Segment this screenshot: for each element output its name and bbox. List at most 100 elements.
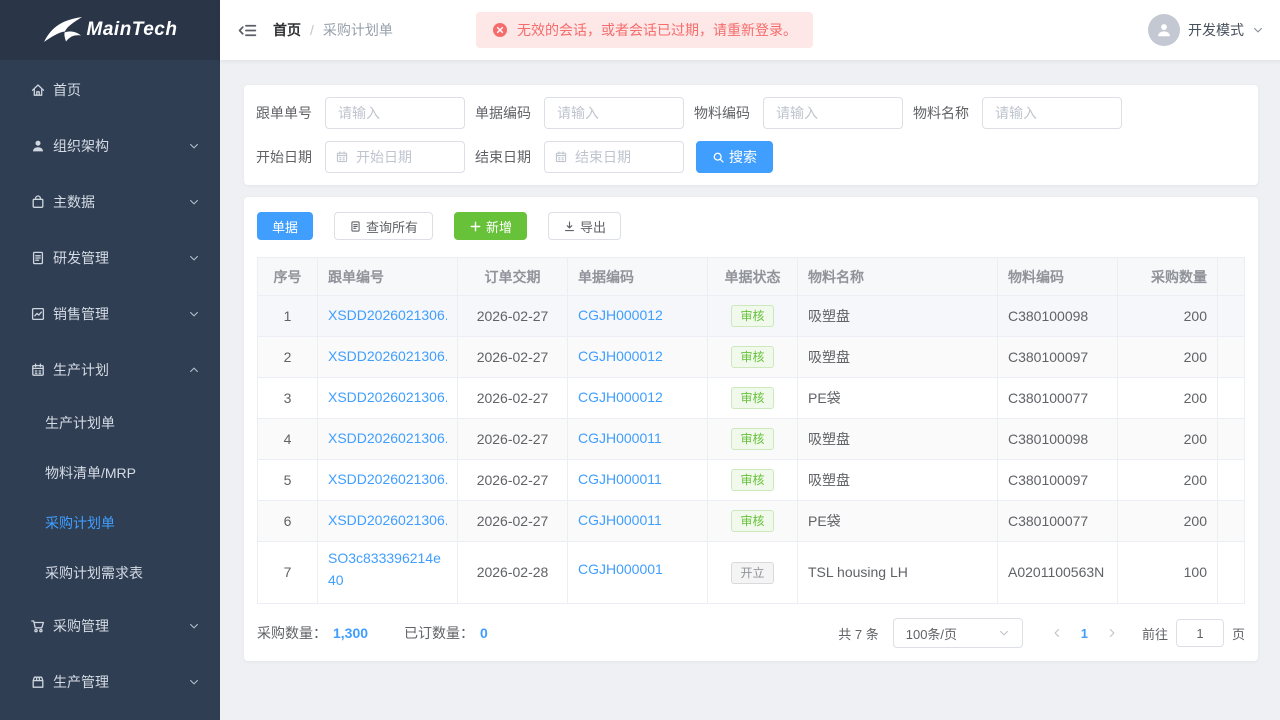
- column-header: 物料编码: [998, 258, 1118, 296]
- doc-no-link[interactable]: CGJH000012: [578, 348, 663, 364]
- cart-icon: [30, 618, 46, 634]
- date-picker-input[interactable]: 开始日期: [325, 141, 465, 173]
- doc-no-link[interactable]: CGJH000011: [578, 430, 662, 446]
- sidebar-item[interactable]: 研发管理: [0, 230, 220, 286]
- cell-material-code: C380100098: [998, 419, 1118, 460]
- sidebar-item[interactable]: 主数据: [0, 174, 220, 230]
- table-row[interactable]: 4XSDD2026021306..2026-02-27CGJH000011审核吸…: [258, 419, 1245, 460]
- cell-order-no: XSDD2026021306..: [318, 501, 458, 542]
- filter-field: 物料编码: [694, 97, 903, 129]
- table-row[interactable]: 6XSDD2026021306..2026-02-27CGJH000011审核P…: [258, 501, 1245, 542]
- page-size-select[interactable]: 100条/页: [893, 618, 1023, 648]
- table-row[interactable]: 2XSDD2026021306..2026-02-27CGJH000012审核吸…: [258, 337, 1245, 378]
- sidebar-item[interactable]: 首页: [0, 62, 220, 118]
- column-header: 物料名称: [798, 258, 998, 296]
- table-row[interactable]: 5XSDD2026021306..2026-02-27CGJH000011审核吸…: [258, 460, 1245, 501]
- filter-field: 单据编码: [475, 97, 684, 129]
- order-no-link[interactable]: XSDD2026021306..: [328, 348, 447, 364]
- next-page-button[interactable]: [1096, 627, 1128, 639]
- date-picker-input[interactable]: 结束日期: [544, 141, 684, 173]
- order-no-link[interactable]: XSDD2026021306..: [328, 307, 447, 323]
- filter-text-input[interactable]: [763, 97, 903, 129]
- person-icon: [1155, 21, 1173, 39]
- sidebar-item[interactable]: 生产计划: [0, 342, 220, 398]
- purchase-qty-label: 采购数量：: [257, 623, 327, 643]
- search-icon: [712, 151, 725, 164]
- order-no-link[interactable]: XSDD2026021306..: [328, 430, 447, 446]
- prev-page-button[interactable]: [1041, 627, 1073, 639]
- cell-doc-no: CGJH000011: [568, 460, 708, 501]
- filter-label: 物料编码: [694, 103, 750, 123]
- filter-field: 开始日期开始日期: [256, 141, 465, 173]
- order-no-link[interactable]: XSDD2026021306..: [328, 471, 447, 487]
- filter-label: 物料名称: [913, 103, 969, 123]
- order-no-link[interactable]: XSDD2026021306..: [328, 389, 447, 405]
- cell-status: 审核: [708, 501, 798, 542]
- cell-delivery-date: 2026-02-27: [458, 378, 568, 419]
- content: 跟单单号单据编码物料编码物料名称 开始日期开始日期结束日期结束日期搜索 单据查询…: [220, 60, 1280, 720]
- cell-order-no: XSDD2026021306..: [318, 419, 458, 460]
- status-badge: 审核: [731, 428, 773, 450]
- fold-icon[interactable]: [238, 21, 257, 40]
- table-body: 1XSDD2026021306..2026-02-27CGJH000012审核吸…: [258, 296, 1245, 604]
- sidebar-item[interactable]: 组织架构: [0, 118, 220, 174]
- cell-status: 审核: [708, 296, 798, 337]
- filter-row-2: 开始日期开始日期结束日期结束日期搜索: [256, 141, 1246, 173]
- purchase-plan-table: 序号跟单编号订单交期单据编码单据状态物料名称物料编码采购数量 1XSDD2026…: [257, 257, 1245, 604]
- order-no-link[interactable]: SO3c833396214e40: [328, 547, 447, 592]
- breadcrumb-separator: /: [310, 22, 314, 38]
- doc-no-link[interactable]: CGJH000001: [578, 558, 663, 580]
- document-mode-button[interactable]: 单据: [257, 212, 313, 240]
- cell-seq: 1: [258, 296, 318, 337]
- chart-icon: [30, 306, 46, 322]
- order-no-link[interactable]: XSDD2026021306..: [328, 512, 447, 528]
- cell-material-name: 吸塑盘: [798, 337, 998, 378]
- user-menu[interactable]: 开发模式: [1148, 14, 1264, 46]
- topbar: 首页 / 采购计划单 无效的会话，或者会话已过期，请重新登录。 开发: [220, 0, 1280, 60]
- doc-no-link[interactable]: CGJH000011: [578, 471, 662, 487]
- brand-logo: MainTech: [0, 0, 220, 60]
- cell-order-no: XSDD2026021306..: [318, 296, 458, 337]
- status-badge: 审核: [731, 387, 773, 409]
- sidebar-item[interactable]: 采购管理: [0, 598, 220, 654]
- query-all-button[interactable]: 查询所有: [334, 212, 433, 240]
- doc-no-link[interactable]: CGJH000012: [578, 389, 663, 405]
- table-row[interactable]: 1XSDD2026021306..2026-02-27CGJH000012审核吸…: [258, 296, 1245, 337]
- search-button[interactable]: 搜索: [696, 141, 773, 173]
- status-badge: 开立: [731, 562, 773, 584]
- calendar-icon: [30, 362, 46, 378]
- cell-status: 审核: [708, 337, 798, 378]
- sidebar-subitem[interactable]: 物料清单/MRP: [0, 448, 220, 498]
- chevron-down-icon: [1252, 24, 1264, 36]
- cell-material-name: TSL housing LH: [798, 542, 998, 604]
- filter-label: 单据编码: [475, 103, 531, 123]
- doc-no-link[interactable]: CGJH000012: [578, 307, 663, 323]
- sidebar-item[interactable]: 生产管理: [0, 654, 220, 710]
- cell-doc-no: CGJH000012: [568, 296, 708, 337]
- sidebar-item[interactable]: 销售管理: [0, 286, 220, 342]
- filter-text-input[interactable]: [544, 97, 684, 129]
- column-header: 订单交期: [458, 258, 568, 296]
- sidebar-subitem[interactable]: 采购计划需求表: [0, 548, 220, 598]
- cell-extra: [1218, 378, 1245, 419]
- column-header: 单据编码: [568, 258, 708, 296]
- sidebar-subitem[interactable]: 采购计划单: [0, 498, 220, 548]
- doc-no-link[interactable]: CGJH000011: [578, 512, 662, 528]
- chevron-down-icon: [188, 620, 200, 632]
- export-button[interactable]: 导出: [548, 212, 621, 240]
- page-number-1[interactable]: 1: [1073, 626, 1096, 641]
- breadcrumb-home[interactable]: 首页: [273, 20, 301, 40]
- table-row[interactable]: 3XSDD2026021306..2026-02-27CGJH000012审核P…: [258, 378, 1245, 419]
- sidebar-item-label: 生产管理: [53, 672, 109, 692]
- cell-qty: 200: [1118, 460, 1218, 501]
- table-row[interactable]: 7SO3c833396214e402026-02-28CGJH000001开立T…: [258, 542, 1245, 604]
- cell-doc-no: CGJH000011: [568, 501, 708, 542]
- filter-panel: 跟单单号单据编码物料编码物料名称 开始日期开始日期结束日期结束日期搜索: [244, 85, 1258, 185]
- filter-text-input[interactable]: [325, 97, 465, 129]
- add-button[interactable]: 新增: [454, 212, 527, 240]
- filter-field: 跟单单号: [256, 97, 465, 129]
- filter-text-input[interactable]: [982, 97, 1122, 129]
- status-badge: 审核: [731, 346, 773, 368]
- sidebar-subitem[interactable]: 生产计划单: [0, 398, 220, 448]
- goto-page-input[interactable]: [1176, 619, 1224, 647]
